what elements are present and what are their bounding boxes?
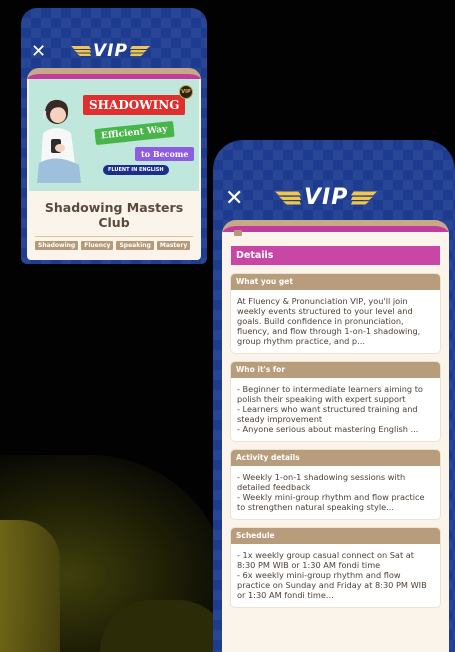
vip-wing-icon — [129, 46, 150, 56]
section-what-you-get: What you get At Fluency & Pronunciation … — [231, 274, 440, 353]
close-icon[interactable]: ✕ — [225, 188, 243, 210]
vip-wing-icon — [71, 46, 91, 56]
cover-pill: FLUENT IN ENGLISH — [103, 165, 169, 175]
section-title: Who it's for — [231, 362, 440, 378]
vip-badge: VIP — [71, 41, 150, 61]
tag — [234, 230, 242, 236]
left-phone-screen: ✕ VIP SHADOWING Efficient Way to Become … — [21, 8, 207, 264]
club-logo-icon: VIP — [179, 85, 193, 99]
section-activity-details: Activity details - Weekly 1-on-1 shadowi… — [231, 450, 440, 519]
section-title: Schedule — [231, 528, 440, 544]
club-title: Shadowing Masters Club — [44, 200, 184, 230]
tag: Fluency — [81, 241, 114, 250]
vip-badge: VIP — [275, 185, 378, 210]
vip-wing-icon — [275, 191, 301, 204]
cover-headline: SHADOWING — [83, 95, 186, 115]
card-accent-bar — [222, 226, 449, 232]
tag: Speaking — [116, 241, 154, 250]
club-card[interactable]: SHADOWING Efficient Way to Become FLUENT… — [27, 68, 201, 260]
tag: Mastery — [156, 241, 191, 250]
vip-label: VIP — [304, 185, 349, 210]
section-body: - Weekly 1-on-1 shadowing sessions with … — [237, 472, 425, 512]
cover-to-become: to Become — [135, 147, 195, 161]
close-icon[interactable]: ✕ — [31, 43, 46, 61]
section-schedule: Schedule - 1x weekly group casual connec… — [231, 528, 440, 607]
tag: Shadowing — [35, 241, 79, 250]
club-cover-image: SHADOWING Efficient Way to Become FLUENT… — [29, 79, 199, 191]
tag-list: Shadowing Fluency Speaking Mastery — [27, 237, 201, 254]
club-details-card: Details What you get At Fluency & Pronun… — [222, 220, 449, 652]
background-shape — [0, 520, 60, 652]
section-title: What you get — [231, 274, 440, 290]
section-body: At Fluency & Pronunciation VIP, you'll j… — [237, 296, 421, 346]
vip-wing-icon — [351, 191, 378, 204]
section-body: - Beginner to intermediate learners aimi… — [237, 384, 423, 434]
cover-subline: Efficient Way — [94, 120, 175, 146]
right-phone-screen: ✕ VIP Details What you get At Fluency & … — [213, 140, 455, 652]
vip-label: VIP — [93, 41, 128, 61]
section-title: Activity details — [231, 450, 440, 466]
person-illustration — [37, 99, 81, 183]
section-who-its-for: Who it's for - Beginner to intermediate … — [231, 362, 440, 441]
details-header: Details — [231, 246, 440, 265]
section-body: - 1x weekly group casual connect on Sat … — [237, 550, 427, 600]
